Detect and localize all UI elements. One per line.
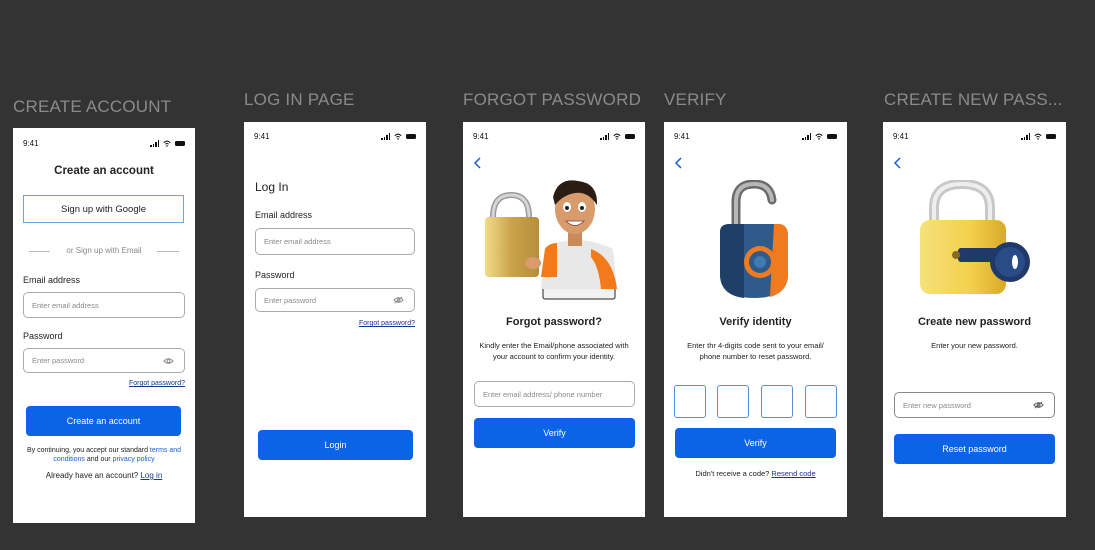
terms-text: By continuing, you accept our standard t… (25, 447, 183, 464)
signal-icon (381, 133, 390, 140)
login-button[interactable]: Login (258, 430, 413, 460)
reset-password-button[interactable]: Reset password (894, 434, 1055, 464)
status-bar: 9:41 (674, 132, 837, 141)
character-padlock-illustration (485, 180, 617, 300)
page-title: Forgot password? (506, 316, 602, 328)
page-title: Create new password (917, 316, 1032, 328)
wifi-icon (394, 133, 402, 140)
resend-prompt: Didn't receive a code? Resend code (664, 469, 847, 478)
resend-code-link[interactable]: Resend code (771, 469, 815, 478)
wifi-icon (815, 133, 823, 140)
status-bar: 9:41 (893, 132, 1056, 141)
new-password-placeholder: Enter new password (903, 400, 971, 410)
password-field[interactable]: Enter password (23, 348, 185, 373)
status-time: 9:41 (23, 139, 39, 148)
new-password-field[interactable]: Enter new password (894, 392, 1055, 418)
back-arrow-icon[interactable] (673, 156, 685, 170)
frame-title-create-account: CREATE ACCOUNT (13, 97, 172, 116)
status-time: 9:41 (254, 132, 270, 141)
verify-button[interactable]: Verify (474, 418, 635, 448)
status-bar: 9:41 (23, 139, 185, 148)
back-arrow-icon[interactable] (892, 156, 904, 170)
eye-off-icon[interactable] (393, 296, 404, 304)
password-label: Password (23, 331, 63, 341)
verify-button[interactable]: Verify (675, 428, 836, 458)
battery-icon (827, 134, 837, 139)
description-text: Enter thr 4-digits code sent to your ema… (687, 341, 824, 361)
description-text: Enter your new password. (931, 341, 1018, 350)
create-new-password-screen: 9:41 Create new password Enter your new … (883, 122, 1066, 517)
back-arrow-icon[interactable] (472, 156, 484, 170)
forgot-password-link[interactable]: Forgot password? (359, 320, 415, 327)
email-phone-field[interactable]: Enter email address/ phone number (474, 381, 635, 407)
create-account-button[interactable]: Create an account (26, 406, 181, 436)
verify-screen: 9:41 Verify identity Enter thr 4-digits … (664, 122, 847, 517)
resend-prefix: Didn't receive a code? (695, 469, 772, 478)
password-field[interactable]: Enter password (255, 288, 415, 312)
otp-digit-1[interactable] (674, 385, 706, 418)
frame-title-create-new-password: CREATE NEW PASS... (884, 90, 1063, 109)
page-title: Log In (255, 180, 289, 194)
create-account-screen: 9:41 Create an account Sign up with Goog… (13, 128, 195, 523)
eye-icon[interactable] (163, 357, 174, 365)
status-time: 9:41 (473, 132, 489, 141)
password-label: Password (255, 270, 295, 280)
password-placeholder: Enter password (32, 356, 85, 365)
email-label: Email address (23, 275, 81, 285)
battery-icon (625, 134, 635, 139)
otp-digit-2[interactable] (717, 385, 749, 418)
status-time: 9:41 (893, 132, 909, 141)
frame-title-forgot-password: FORGOT PASSWORD (463, 90, 642, 109)
page-title: Verify identity (719, 316, 792, 328)
battery-icon (1046, 134, 1056, 139)
otp-digit-4[interactable] (805, 385, 837, 418)
signal-icon (802, 133, 811, 140)
login-link[interactable]: Log in (140, 471, 162, 480)
page-title: Create an account (54, 165, 154, 177)
otp-digit-3[interactable] (761, 385, 793, 418)
forgot-password-link[interactable]: Forgot password? (129, 380, 185, 387)
eye-off-icon[interactable] (1033, 401, 1044, 409)
email-field[interactable]: Enter email address (255, 228, 415, 255)
wifi-icon (613, 133, 621, 140)
signal-icon (600, 133, 609, 140)
status-bar: 9:41 (473, 132, 635, 141)
status-time: 9:41 (674, 132, 690, 141)
open-padlock-illustration (720, 180, 788, 298)
battery-icon (406, 134, 416, 139)
email-field[interactable]: Enter email address (23, 292, 185, 318)
password-placeholder: Enter password (264, 295, 317, 305)
forgot-password-screen: 9:41 Forgot password? Kindly enter the E… (463, 122, 645, 517)
have-account-text: Already have an account? (45, 471, 141, 480)
login-prompt: Already have an account? Log in (13, 471, 195, 480)
terms-mid: and our (84, 455, 113, 463)
frame-title-login: LOG IN PAGE (244, 90, 355, 109)
description-text: Kindly enter the Email/phone associated … (479, 341, 629, 361)
terms-prefix: By continuing, you accept our standard (26, 447, 150, 454)
frame-title-verify: VERIFY (664, 90, 727, 109)
battery-icon (175, 141, 185, 146)
status-bar: 9:41 (254, 132, 416, 141)
email-label: Email address (255, 210, 313, 220)
privacy-link[interactable]: privacy policy (113, 456, 155, 463)
divider-line-right (157, 251, 179, 252)
google-signup-button[interactable]: Sign up with Google (23, 195, 184, 223)
signal-icon (150, 140, 159, 147)
signal-icon (1021, 133, 1030, 140)
wifi-icon (163, 140, 171, 147)
login-screen: 9:41 Log In Email address Enter email ad… (244, 122, 426, 517)
padlock-key-illustration (920, 180, 1030, 294)
wifi-icon (1034, 133, 1042, 140)
